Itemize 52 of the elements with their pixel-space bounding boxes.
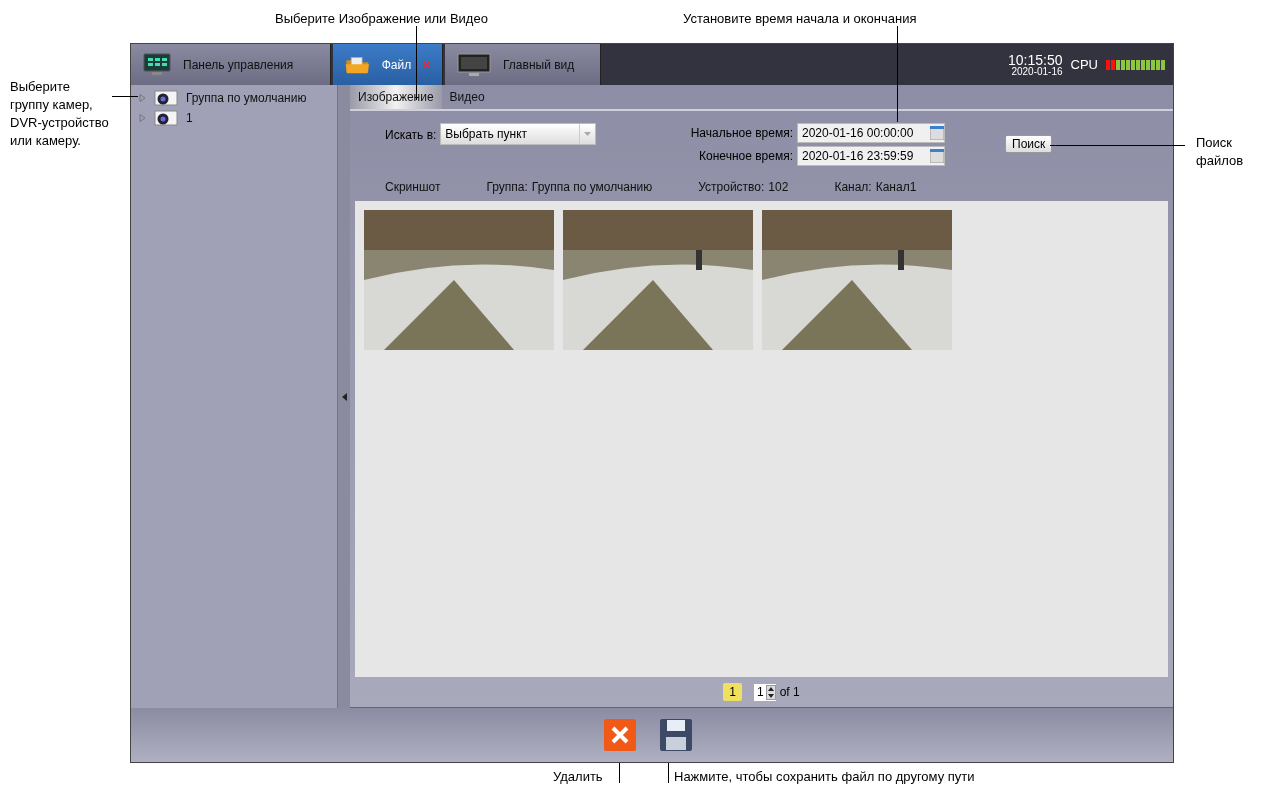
spinner-icon[interactable] (765, 684, 776, 700)
tab[interactable]: Панель управления (131, 44, 331, 85)
dropdown[interactable]: Выбрать пункт (440, 123, 597, 145)
info-label: Группа: (486, 179, 528, 196)
leader-line (668, 763, 669, 783)
camera-icon (154, 90, 178, 106)
tree-item[interactable]: Группа по умолчанию (139, 89, 337, 107)
sub-tab[interactable]: Изображение (350, 85, 442, 109)
caret-icon (584, 132, 592, 136)
page-spinner[interactable]: 1 (754, 683, 776, 701)
callout-text: Установите время начала и окончания (683, 10, 917, 28)
field-label: Конечное время: (698, 148, 793, 165)
search-button[interactable]: Поиск (1005, 135, 1053, 153)
calendar-icon[interactable] (930, 149, 944, 163)
clock-date: 2020-01-16 (1011, 66, 1063, 77)
tree-item[interactable]: 1 (139, 109, 337, 127)
clock-time: 10:15:50 (1008, 52, 1063, 67)
tab[interactable]: Главный вид (445, 44, 601, 85)
monitor-icon (457, 52, 491, 77)
info-label: Устройство: (698, 179, 765, 196)
field-label: Начальное время: (689, 125, 793, 142)
leader-line (112, 96, 138, 97)
collapse-icon[interactable] (341, 392, 347, 401)
camera-icon (154, 110, 178, 126)
monitor-icon (143, 52, 171, 77)
photo-placeholder[interactable] (563, 210, 753, 350)
info-label: Канал: (834, 179, 872, 196)
photo-placeholder[interactable] (762, 210, 952, 350)
info-label: Скриншот (385, 179, 441, 196)
tab-label: Панель управления (183, 56, 294, 74)
info-value: 102 (768, 179, 789, 196)
tab[interactable]: Файл (333, 44, 443, 85)
current-page[interactable]: 1 (723, 683, 742, 701)
delete-icon[interactable] (603, 718, 637, 752)
page-count: of 1 (779, 684, 800, 701)
leader-line (619, 763, 620, 783)
tab-label: Файл (381, 56, 412, 74)
callout-text: Поиск файлов (1196, 134, 1245, 170)
date-field[interactable]: 2020-01-16 23:59:59 (797, 146, 945, 166)
callout-text: Нажмите, чтобы сохранить файл по другому пути (674, 768, 975, 786)
callout-text: Выберите группу камер, DVR-устройство или камеру. (10, 78, 110, 150)
info-value: Канал1 (875, 179, 917, 196)
calendar-icon[interactable] (930, 126, 944, 140)
callout-text: Удалить (553, 768, 603, 786)
photo-placeholder[interactable] (364, 210, 554, 350)
sub-tab[interactable]: Видео (441, 85, 493, 109)
info-value: Группа по умолчанию (531, 179, 653, 196)
callout-text: Выберите Изображение или Видео (275, 10, 488, 28)
date-field[interactable]: 2020-01-16 00:00:00 (797, 123, 945, 143)
field-label: Искать в: (385, 127, 437, 144)
cpu-label: CPU (1070, 55, 1098, 74)
tab-label: Главный вид (503, 56, 575, 74)
